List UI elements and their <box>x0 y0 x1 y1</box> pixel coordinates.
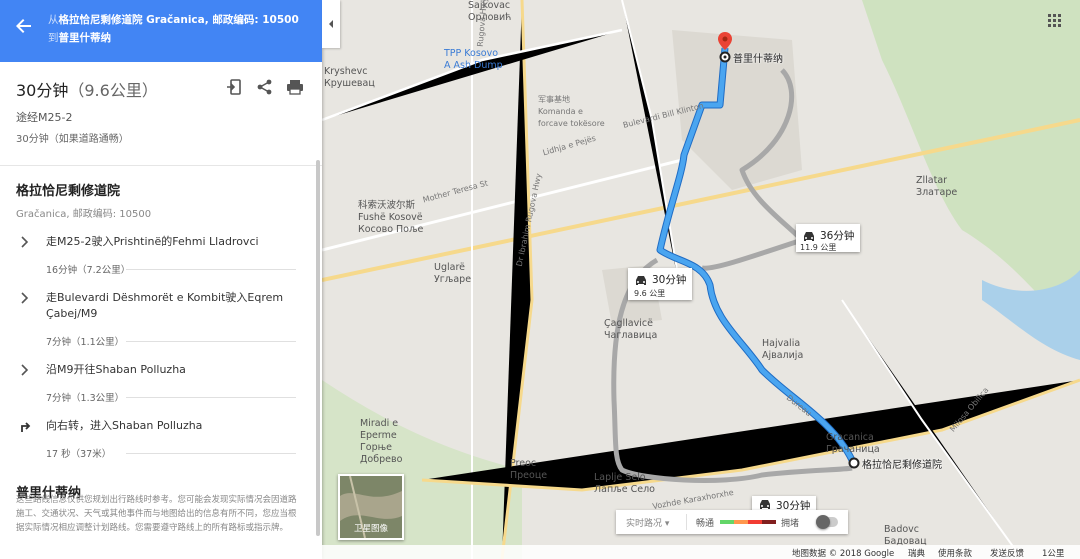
route-tools <box>226 78 304 96</box>
start-pin-label: 格拉恰尼剩修道院 <box>862 460 942 471</box>
map-label-kryshevc: Kryshevc Крушевац <box>324 66 375 89</box>
start-dot-icon[interactable] <box>848 457 860 469</box>
traffic-slow-label: 拥堵 <box>781 519 800 529</box>
step-text: 向右转，进入Shaban Polluzha <box>46 419 203 432</box>
route-card-time: 36分钟 <box>820 230 855 242</box>
scale-label: 1公里 <box>1042 549 1065 559</box>
route-card-alt1[interactable]: 36分钟 11.9 公里 <box>796 224 860 252</box>
chevron-right-icon[interactable] <box>19 292 31 304</box>
satellite-toggle[interactable]: 卫星图像 <box>338 474 404 540</box>
route-summary: 30分钟（9.6公里） 途经M25-2 30分钟（如果道路通畅） <box>0 62 322 166</box>
directions-steps: 格拉恰尼剩修道院 Gračanica, 邮政编码: 10500 走M25-2驶入… <box>0 166 322 501</box>
destination-dot-icon <box>719 51 731 63</box>
step-4[interactable]: 向右转，进入Shaban Polluzha 17 秒（37米） <box>0 418 322 460</box>
realtime-traffic-dropdown[interactable]: 实时路况 ▾ <box>626 516 669 529</box>
print-icon[interactable] <box>286 78 304 96</box>
from-prefix: 从 <box>48 14 59 26</box>
route-time: 30分钟 <box>16 81 69 100</box>
region-link[interactable]: 瑞典 <box>908 547 925 559</box>
route-card-distance: 9.6 公里 <box>634 289 666 298</box>
step-meta: 16分钟（7.2公里） <box>46 265 131 276</box>
map-label-zllatar: Zllatar Златаре <box>916 175 958 198</box>
route-header: 从格拉恰尼剩修道院 Gračanica, 邮政编码: 10500 到普里什蒂纳 <box>0 0 322 62</box>
step-meta: 7分钟（1.1公里） <box>46 337 125 348</box>
route-card-distance: 11.9 公里 <box>800 243 837 252</box>
send-to-phone-icon[interactable] <box>226 78 244 96</box>
collapse-panel-button[interactable] <box>322 0 340 48</box>
satellite-label: 卫星图像 <box>353 524 388 534</box>
route-distance: （9.6公里） <box>68 81 158 100</box>
car-icon <box>636 276 646 285</box>
chevron-right-icon[interactable] <box>19 364 31 376</box>
to-location[interactable]: 普里什蒂纳 <box>59 32 112 44</box>
divider <box>126 341 296 342</box>
map-label-gracanica: Gracanica Грачаница <box>826 432 880 455</box>
map-label-fushe: 科索沃波尔斯 Fushë Kosovë Косово Поље <box>358 200 424 235</box>
traffic-widget: 实时路况 ▾ 畅通 拥堵 <box>616 510 848 534</box>
route-endpoints: 从格拉恰尼剩修道院 Gračanica, 邮政编码: 10500 到普里什蒂纳 <box>48 11 316 47</box>
feedback-link[interactable]: 发送反馈 <box>990 547 1024 559</box>
map-label-caglavica: Çagllavicë Чаглавица <box>604 318 658 341</box>
directions-panel: 从格拉恰尼剩修道院 Gračanica, 邮政编码: 10500 到普里什蒂纳 … <box>0 0 322 559</box>
start-place-address: Gračanica, 邮政编码: 10500 <box>16 209 152 220</box>
map-label-uglare: Uglarë Угљаре <box>434 262 472 285</box>
map-canvas[interactable]: Sajkovac Орловић TPP Kosovo A Ash Dump Kry… <box>322 0 1080 559</box>
traffic-scale-medium <box>734 520 748 524</box>
step-meta: 7分钟（1.3公里） <box>46 393 125 404</box>
from-location[interactable]: 格拉恰尼剩修道院 Gračanica, 邮政编码: 10500 <box>59 14 299 26</box>
traffic-scale-jam <box>762 520 776 524</box>
panel-scrollbar[interactable] <box>316 160 320 536</box>
to-prefix: 到 <box>48 32 59 44</box>
step-text: 走M25-2驶入Prishtinë的Fehmi Lladrovci <box>46 235 259 248</box>
map-label-tpp: TPP Kosovo A Ash Dump <box>444 48 503 71</box>
turn-right-icon <box>21 422 31 432</box>
traffic-scale-slow <box>748 520 762 524</box>
back-arrow-icon[interactable] <box>14 16 34 36</box>
apps-grid-icon[interactable] <box>1048 14 1062 28</box>
destination-pin-icon[interactable] <box>718 32 732 50</box>
route-via: 途经M25-2 <box>16 111 73 124</box>
traffic-toggle[interactable] <box>816 515 838 529</box>
step-2[interactable]: 走Bulevardi Dëshmorët e Kombit驶入Eqrem Çab… <box>0 290 322 348</box>
traffic-fast-label: 畅通 <box>696 519 715 529</box>
disclaimer-text: 这些路线信息仅供您规划出行路线时参考。您可能会发现实际情况会因道路施工、交通状况… <box>16 495 297 533</box>
step-meta: 17 秒（37米） <box>46 449 112 460</box>
map-label-preoc: Preoc Преоце <box>510 458 548 481</box>
divider <box>126 397 296 398</box>
caret-left-icon <box>329 20 333 28</box>
map-label-camp: 军事基地 Komanda e forcave tokësore <box>538 95 605 128</box>
map-label-hajvalia: Hajvalia Ајвалија <box>762 338 804 361</box>
map-data-credit: 地图数据 © 2018 Google <box>792 549 895 559</box>
divider <box>126 453 296 454</box>
start-place-name[interactable]: 格拉恰尼剩修道院 <box>0 180 322 199</box>
divider <box>126 269 296 270</box>
share-icon[interactable] <box>256 78 274 96</box>
map-label-miradi: Miradi e Eperme Горње Добрево <box>360 418 403 465</box>
step-text: 走Bulevardi Dëshmorët e Kombit驶入Eqrem Çab… <box>46 291 284 320</box>
route-card-main[interactable]: 30分钟 9.6 公里 <box>628 268 692 300</box>
map-footer: 地图数据 © 2018 Google 瑞典 使用条款 发送反馈 1公里 <box>322 545 1080 559</box>
destination-pin-label: 普里什蒂纳 <box>733 54 783 65</box>
divider <box>686 514 687 530</box>
route-card-time: 30分钟 <box>652 274 687 286</box>
map-label-lapljeselo: Laplje Selo Лапље Село <box>594 472 655 495</box>
route-traffic-note: 30分钟（如果道路通畅） <box>16 134 129 145</box>
step-1[interactable]: 走M25-2驶入Prishtinë的Fehmi Lladrovci 16分钟（7… <box>0 234 322 276</box>
chevron-right-icon[interactable] <box>19 236 31 248</box>
traffic-color-scale <box>720 520 776 524</box>
traffic-scale-fast <box>720 520 734 524</box>
terms-link[interactable]: 使用条款 <box>938 547 972 559</box>
step-3[interactable]: 沿M9开往Shaban Polluzha 7分钟（1.3公里） <box>0 362 322 404</box>
step-text: 沿M9开往Shaban Polluzha <box>46 363 186 376</box>
